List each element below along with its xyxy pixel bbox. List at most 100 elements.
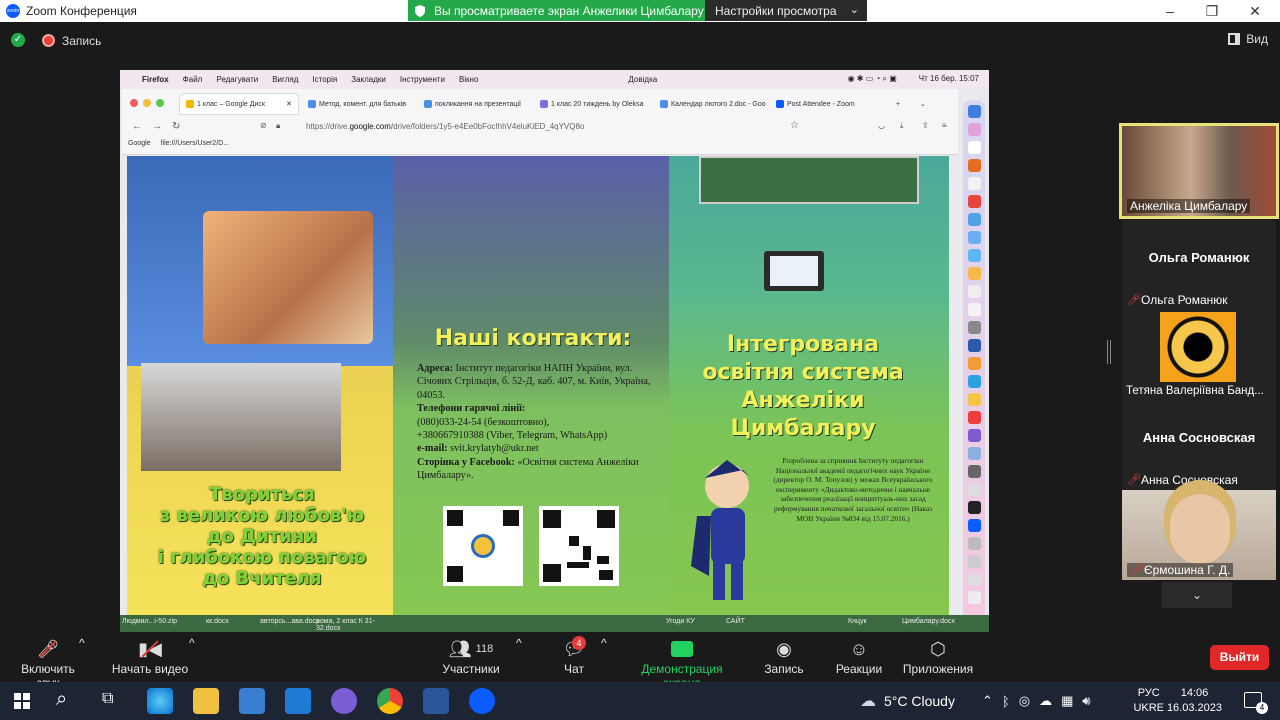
show-hidden-icon[interactable]: ⌃ [982,693,993,709]
notes-icon[interactable] [967,267,981,280]
document-icon[interactable] [967,555,981,568]
reactions-button[interactable]: ☺ Реакции [834,636,884,677]
participant-tile[interactable]: Тетяна Валеріївна Банд... [1122,310,1276,400]
more-participants-button[interactable]: ⌄ [1162,582,1232,608]
taskbar-clock[interactable]: 14:06 16.03.2023 [1167,686,1222,716]
forward-icon[interactable]: → [152,121,162,132]
share-icon[interactable]: ⇪ [922,121,929,130]
minimize-button[interactable]: – [1149,0,1191,22]
downloads-icon[interactable]: ⤓ [900,121,904,131]
downloads-folder-icon[interactable] [967,537,981,550]
volume-icon[interactable]: 🔊︎ [1082,693,1090,709]
settings-icon[interactable] [967,321,981,334]
view-options-button[interactable]: Настройки просмотра ⌄ [705,0,867,21]
bookmark-google[interactable]: Google [128,140,151,147]
app-icon[interactable] [967,483,981,496]
onedrive-icon[interactable]: ☁ [1039,693,1052,709]
messages-icon[interactable] [967,249,981,262]
folder-icon[interactable] [967,447,981,460]
mail-icon[interactable] [967,231,981,244]
participant-tile[interactable]: 🎤︎ Єрмошина Г. Д. [1122,490,1276,580]
notification-center-icon[interactable]: 4 [1244,692,1268,714]
telegram-icon[interactable] [967,375,981,388]
viber-icon[interactable] [331,688,357,714]
webcam-icon[interactable]: ◎ [1019,693,1030,709]
preview-icon[interactable] [967,303,981,316]
document-icon[interactable] [967,573,981,586]
close-button[interactable]: ✕ [1234,0,1276,22]
desktop-file[interactable]: кк.docx [206,618,229,625]
app-icon[interactable] [967,465,981,478]
desktop-file[interactable]: Людмил...і-50.zip [122,618,177,625]
mail-icon[interactable] [285,688,311,714]
zoom-icon[interactable] [469,688,495,714]
apps-button[interactable]: ⬡ Приложения [902,636,974,677]
finder-icon[interactable] [967,105,981,118]
tab-google-drive[interactable]: 1 клас – Google Диск ✕ [180,94,298,114]
terminal-icon[interactable] [967,501,981,514]
chat-options-caret[interactable]: ^ [601,636,607,650]
tab-method-comment[interactable]: Метод. комент. для батьків [308,94,422,114]
firefox-icon[interactable] [967,159,981,172]
bluetooth-icon[interactable]: ᛒ [1002,694,1010,709]
participants-button[interactable]: 👥︎ 118 Участники [436,636,506,677]
vlc-icon[interactable] [967,393,981,406]
chat-button[interactable]: 💬︎4 Чат [556,636,592,676]
video-options-caret[interactable]: ^ [189,636,195,650]
task-view-icon[interactable]: ⧉ [102,690,113,708]
maximize-button[interactable]: ❐ [1191,0,1233,22]
permissions-icon[interactable]: ⊘ [260,121,267,130]
new-tab-icon[interactable]: + [896,94,900,114]
safari-icon[interactable] [967,213,981,226]
record-button[interactable]: ◉ Запись [762,636,806,677]
tab-presentations[interactable]: покликання на презентації [424,94,536,114]
language-indicator[interactable]: РУС UKRE [1133,686,1164,716]
start-video-button[interactable]: ▮◀ Начать видео [110,636,190,677]
tab-zoom-attendee[interactable]: Post Attendee - Zoom [776,94,886,114]
url-field[interactable]: https://drive.google.com/drive/folders/1… [306,122,584,131]
desktop-file[interactable]: рома, 2 клас К 31-32.docx [316,618,378,632]
panel-splitter[interactable] [1107,340,1111,364]
desktop-file[interactable]: Угоди КУ [666,618,695,625]
youtube-icon[interactable] [967,411,981,424]
tab-close-icon[interactable]: ✕ [286,100,292,108]
participants-options-caret[interactable]: ^ [516,636,522,650]
word-icon[interactable] [423,688,449,714]
tab-week20[interactable]: 1 клас 20 тиждень by Oleksa [540,94,652,114]
back-icon[interactable]: ← [132,121,142,132]
reload-icon[interactable]: ↻ [172,121,180,132]
windows-start-icon[interactable] [14,693,30,709]
keynote-icon[interactable] [967,357,981,370]
desktop-file[interactable]: Цимбалару.docx [902,618,955,625]
participant-tile[interactable]: Анжеліка Цимбалару [1119,123,1279,219]
zoom-icon[interactable] [967,519,981,532]
network-icon[interactable]: ▦ [1061,693,1073,709]
bookmark-star-icon[interactable]: ☆ [790,120,799,131]
search-icon[interactable]: ⌕ [56,688,67,711]
leave-button[interactable]: Выйти [1210,645,1269,670]
weather-widget[interactable]: ☁ 5°C Cloudy [860,682,955,720]
security-shield-icon[interactable]: ✓ [11,33,25,47]
participant-tile[interactable]: Анна Сосновская 🎤︎ Анна Сосновская [1122,400,1276,490]
trash-icon[interactable] [967,591,981,604]
launchpad-icon[interactable] [967,123,981,136]
tab-calendar[interactable]: Календар лютого 2.doc - Goo [660,94,772,114]
word-icon[interactable] [967,339,981,352]
desktop-file[interactable]: САЙТ [726,618,745,625]
edge-icon[interactable] [147,688,173,714]
file-explorer-icon[interactable] [193,688,219,714]
pocket-icon[interactable]: ◡ [878,121,885,130]
calendar-icon[interactable] [967,141,981,154]
audio-options-caret[interactable]: ^ [79,636,85,650]
recording-label[interactable]: Запись [62,34,101,48]
viber-icon[interactable] [967,429,981,442]
participant-tile[interactable]: Ольга Романюк 🎤︎ Ольга Романюк [1122,220,1276,310]
photos-icon[interactable] [967,177,981,190]
desktop-file[interactable]: Кнцук [848,618,867,625]
view-button[interactable]: Вид [1228,32,1268,46]
reminders-icon[interactable] [967,285,981,298]
desktop-file[interactable]: авторсь...ава.docx [260,618,320,625]
chrome-icon[interactable] [377,688,403,714]
bookmark-file[interactable]: file:///Users/User2/D... [161,140,229,147]
tab-list-icon[interactable]: ⌄ [920,94,926,114]
